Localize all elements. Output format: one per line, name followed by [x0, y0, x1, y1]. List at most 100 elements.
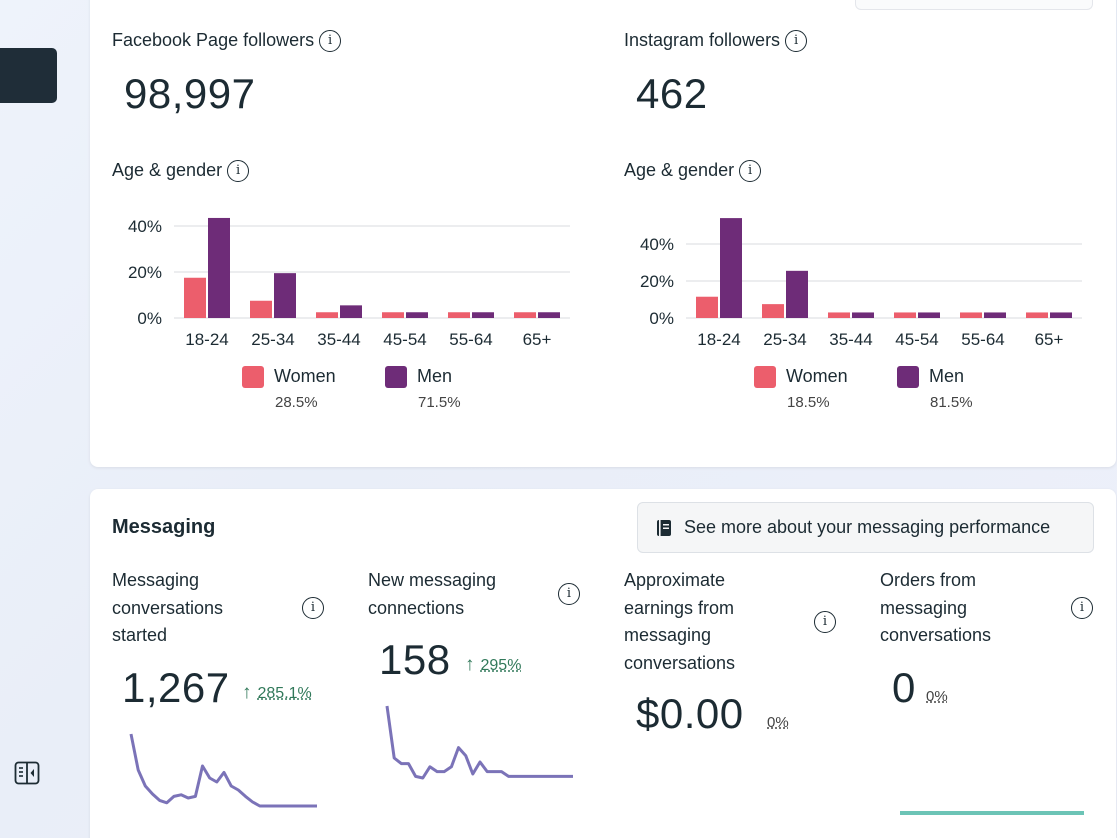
bar-men [984, 312, 1006, 318]
age-gender-label: Age & gender [112, 160, 223, 180]
new-connections-sparkline [385, 705, 573, 780]
y-tick-label: 0% [649, 309, 674, 328]
bar-men [786, 270, 808, 318]
bar-men [406, 312, 428, 318]
info-icon[interactable]: i [558, 583, 580, 605]
x-tick-label: 65+ [523, 330, 552, 349]
x-tick-label: 25-34 [251, 330, 294, 349]
bar-women [448, 312, 470, 318]
y-tick-label: 0% [137, 309, 162, 328]
bar-women [762, 304, 784, 318]
legend-women: Women [242, 366, 336, 389]
legend-women-label: Women [274, 366, 336, 386]
sidebar-collapse-icon[interactable] [14, 760, 40, 786]
metric-orders-label: Orders from messaging conversations [880, 570, 992, 645]
instagram-age-gender-chart: 0% 20% 40% 18-24 25-34 35-44 45-54 55-64 65+ [640, 218, 1082, 349]
change-value[interactable]: 295% [481, 657, 522, 674]
legend-men-label: Men [417, 366, 453, 386]
metric-new-connections-value: 158 [379, 636, 451, 683]
bar-men [918, 312, 940, 318]
conversations-started-sparkline [129, 733, 317, 808]
bar-women [960, 312, 982, 318]
info-icon[interactable]: i [739, 160, 762, 183]
bar-women [382, 312, 404, 318]
legend-men: Men [385, 366, 453, 389]
legend-women: Women [754, 366, 848, 389]
facebook-followers-count: 98,997 [124, 70, 256, 117]
x-tick-label: 18-24 [185, 330, 228, 349]
arrow-up-icon: ↑ [465, 654, 475, 675]
legend-men-pct: 81.5% [930, 394, 973, 411]
info-icon[interactable]: i [785, 30, 808, 53]
age-gender-label: Age & gender [624, 160, 735, 180]
legend-men: Men [897, 366, 965, 389]
bar-women [316, 312, 338, 318]
y-tick-label: 20% [640, 272, 674, 291]
metric-new-connections-label: New messaging connections [368, 570, 497, 618]
metric-conversations-started-change: ↑ 285.1% [242, 682, 312, 704]
bar-men [472, 312, 494, 318]
see-more-label: See more about your messaging performanc… [684, 517, 1051, 537]
legend-men-pct: 71.5% [418, 394, 461, 411]
metric-earnings-change[interactable]: 0% [767, 714, 789, 731]
legend-women-label: Women [786, 366, 848, 386]
legend-women-pct: 28.5% [275, 394, 318, 411]
instagram-followers-count: 462 [636, 70, 708, 117]
bar-men [1050, 312, 1072, 318]
instagram-followers-heading: Instagram followers i [624, 30, 808, 53]
info-icon[interactable]: i [319, 30, 342, 53]
bar-men [852, 312, 874, 318]
bar-men [538, 312, 560, 318]
metric-earnings-label: Approximate earnings from messaging conv… [624, 570, 736, 673]
x-tick-label: 45-54 [383, 330, 426, 349]
info-icon[interactable]: i [1071, 597, 1093, 619]
sparkline-path [129, 733, 317, 808]
metric-conversations-started-label: Messaging conversations started [112, 570, 224, 645]
facebook-age-gender-heading: Age & gender i [112, 160, 250, 183]
bar-men [720, 218, 742, 318]
x-tick-label: 25-34 [763, 330, 806, 349]
metric-new-connections-change: ↑ 295% [465, 654, 521, 676]
metric-orders-change[interactable]: 0% [926, 688, 948, 705]
messaging-title: Messaging [112, 516, 216, 538]
bar-men [274, 273, 296, 318]
bar-women [828, 312, 850, 318]
x-tick-label: 35-44 [317, 330, 360, 349]
men-swatch [385, 366, 407, 389]
bar-men [340, 305, 362, 318]
top-card-tab [855, 0, 1093, 10]
x-tick-label: 18-24 [697, 330, 740, 349]
info-icon[interactable]: i [227, 160, 250, 183]
bar-women [184, 277, 206, 318]
change-value[interactable]: 285.1% [258, 685, 312, 702]
sidebar-active-item[interactable] [0, 48, 57, 103]
info-icon[interactable]: i [302, 597, 324, 619]
men-swatch [897, 366, 919, 389]
info-icon[interactable]: i [814, 611, 836, 633]
bar-women [514, 312, 536, 318]
bar-women [250, 300, 272, 318]
bar-women [1026, 312, 1048, 318]
y-tick-label: 20% [128, 263, 162, 282]
metric-conversations-started-value: 1,267 [122, 664, 230, 711]
bar-men [208, 217, 230, 318]
facebook-age-gender-chart: 0% 20% 40% 18-24 25-34 35-44 45-54 55-64 65+ [128, 217, 570, 349]
x-tick-label: 55-64 [961, 330, 1004, 349]
facebook-followers-title: Facebook Page followers [112, 30, 315, 50]
x-tick-label: 55-64 [449, 330, 492, 349]
metric-earnings-value: $0.00 [636, 690, 744, 737]
instagram-age-gender-heading: Age & gender i [624, 160, 762, 183]
see-more-messaging-button[interactable]: See more about your messaging performanc… [637, 502, 1094, 553]
legend-men-label: Men [929, 366, 965, 386]
metric-orders-value: 0 [892, 664, 916, 711]
sparkline-path [385, 705, 573, 780]
x-tick-label: 35-44 [829, 330, 872, 349]
orders-flat-line [900, 811, 1084, 815]
legend-women-pct: 18.5% [787, 394, 830, 411]
instagram-followers-title: Instagram followers [624, 30, 781, 50]
x-tick-label: 45-54 [895, 330, 938, 349]
y-tick-label: 40% [640, 235, 674, 254]
y-tick-label: 40% [128, 217, 162, 236]
bar-women [894, 312, 916, 318]
facebook-followers-heading: Facebook Page followers i [112, 30, 342, 53]
